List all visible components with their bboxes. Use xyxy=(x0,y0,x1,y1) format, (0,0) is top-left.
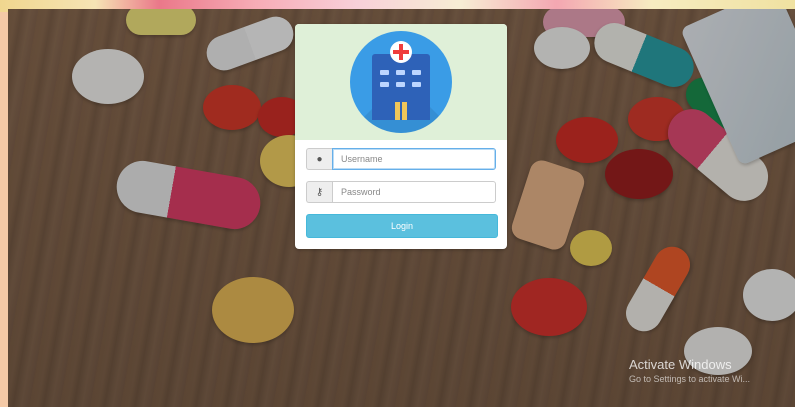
pink-white-capsule xyxy=(112,156,265,234)
red-pill-bottom xyxy=(511,278,587,336)
username-input[interactable]: Username xyxy=(332,148,496,170)
medical-cross-icon xyxy=(390,41,412,63)
window-icon xyxy=(412,82,421,87)
username-group: ● Username xyxy=(306,148,496,170)
key-icon: ⚷ xyxy=(306,181,332,203)
hospital-logo xyxy=(350,31,452,133)
login-form: ● Username ⚷ Password Login xyxy=(295,140,507,238)
white-tablet xyxy=(72,49,144,104)
red-oval-pill xyxy=(203,85,261,130)
white-capsule xyxy=(201,11,299,76)
red-pill-right-2 xyxy=(628,97,686,141)
blister-pack xyxy=(680,9,795,166)
tan-tablet xyxy=(508,157,588,253)
large-yellow-tablet xyxy=(212,277,294,343)
white-pill-bottom xyxy=(684,327,752,375)
hospital-building-icon xyxy=(372,54,430,120)
window-icon xyxy=(396,70,405,75)
window-icon xyxy=(396,82,405,87)
window-icon xyxy=(380,70,389,75)
window-icon xyxy=(412,70,421,75)
login-button[interactable]: Login xyxy=(306,214,498,238)
white-pill-edge xyxy=(743,269,795,321)
teal-capsule xyxy=(588,16,700,94)
top-pink-capsule xyxy=(543,9,625,37)
window-icon xyxy=(380,82,389,87)
pink-capsule-right xyxy=(658,99,778,211)
password-group: ⚷ Password xyxy=(306,181,496,203)
password-input[interactable]: Password xyxy=(332,181,496,203)
white-tablet-right xyxy=(534,27,590,69)
green-capsule xyxy=(678,70,752,146)
user-icon: ● xyxy=(306,148,332,170)
dark-red-pill xyxy=(605,149,673,199)
red-pill-right xyxy=(556,117,618,163)
door-icon xyxy=(395,102,407,120)
orange-capsule xyxy=(619,240,697,338)
yellow-small-tablet xyxy=(570,230,612,266)
top-yellow-capsule xyxy=(126,9,196,35)
login-panel-header xyxy=(295,24,507,140)
login-panel: ● Username ⚷ Password Login xyxy=(295,24,507,249)
